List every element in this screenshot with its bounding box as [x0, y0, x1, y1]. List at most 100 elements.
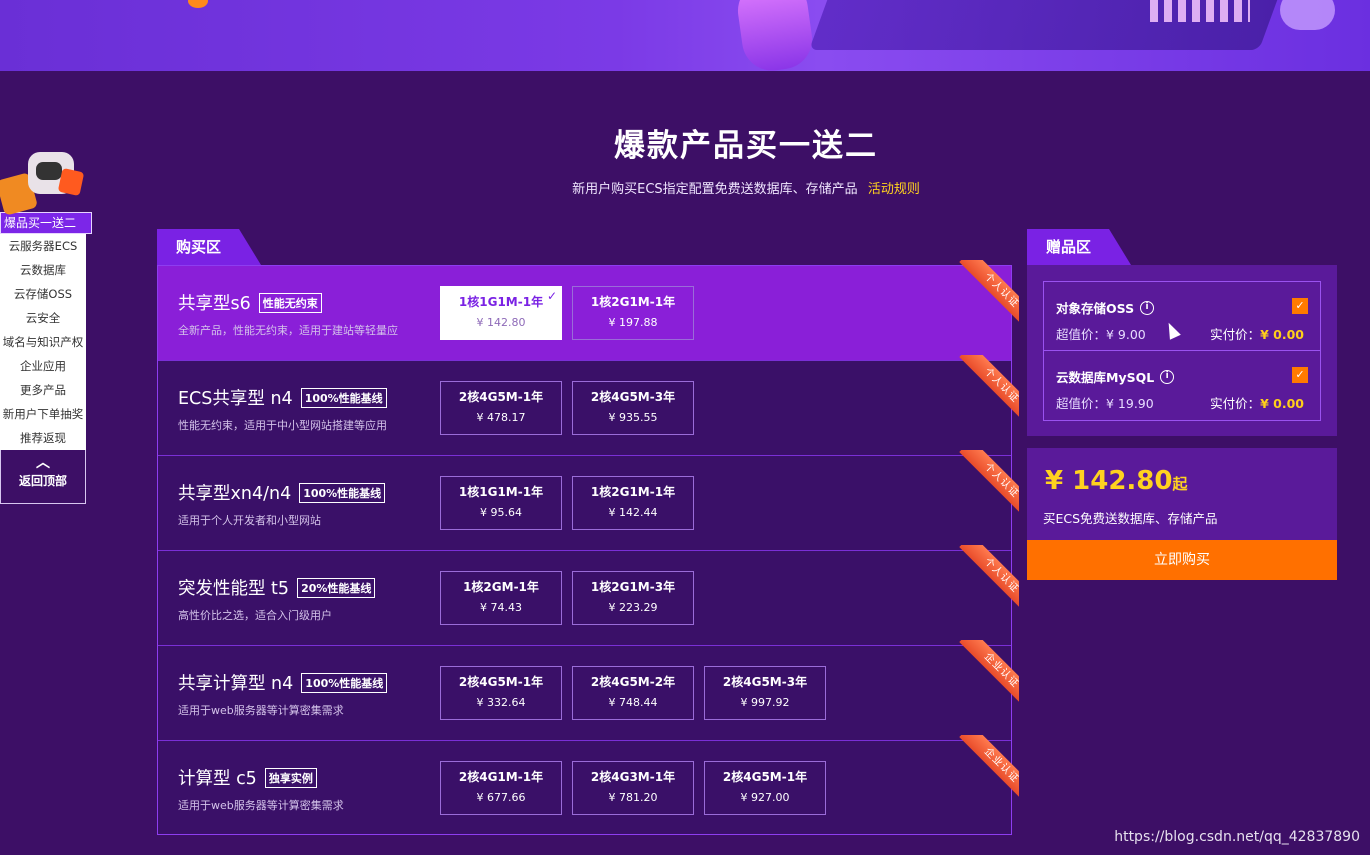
- buy-now-button[interactable]: 立即购买: [1027, 540, 1337, 580]
- order-summary: ¥ 142.80起 买ECS免费送数据库、存储产品 立即购买: [1027, 448, 1337, 580]
- product-desc: 适用于web服务器等计算密集需求: [178, 799, 344, 812]
- config-options: 1核2GM-1年 ¥ 74.43 1核2G1M-3年 ¥ 223.29: [440, 571, 694, 625]
- back-to-top-button[interactable]: ︿ 返回顶部: [0, 450, 86, 504]
- gift-item-oss: 对象存储OSS i ✓ 超值价：¥ 9.00 实付价：¥ 0.00: [1044, 282, 1320, 351]
- sidenav-item-more[interactable]: 更多产品: [0, 378, 86, 402]
- ribbon-label: 个人认证: [959, 450, 1019, 520]
- gift-name-text: 对象存储OSS: [1056, 301, 1135, 316]
- config-price: ¥ 223.29: [608, 601, 658, 614]
- product-badge: 性能无约束: [258, 292, 322, 313]
- banner-decoration: [1150, 0, 1250, 22]
- config-price: ¥ 748.44: [608, 696, 658, 709]
- config-option[interactable]: 2核4G5M-1年 ¥ 927.00: [704, 761, 826, 815]
- config-option[interactable]: 1核2G1M-1年 ¥ 142.44: [572, 476, 694, 530]
- banner-decoration: [188, 0, 208, 8]
- config-options: 2核4G5M-1年 ¥ 332.64 2核4G5M-2年 ¥ 748.44 2核…: [440, 666, 826, 720]
- config-price: ¥ 142.80: [476, 316, 526, 329]
- sidenav-item-security[interactable]: 云安全: [0, 306, 86, 330]
- product-badge: 100%性能基线: [301, 672, 388, 693]
- product-desc: 适用于个人开发者和小型网站: [178, 514, 321, 527]
- config-option[interactable]: ✓ 1核1G1M-1年 ¥ 142.80: [440, 286, 562, 340]
- sidenav-item-active[interactable]: 爆品买一送二: [0, 212, 92, 234]
- rules-link[interactable]: 活动规则: [868, 182, 920, 197]
- config-spec: 1核2G1M-3年: [590, 580, 676, 594]
- gift-checkbox[interactable]: ✓: [1292, 367, 1308, 383]
- gift-original-price: 超值价：¥ 9.00: [1056, 327, 1146, 342]
- config-spec: 2核4G5M-3年: [590, 390, 676, 404]
- config-options: ✓ 1核1G1M-1年 ¥ 142.80 1核2G1M-1年 ¥ 197.88: [440, 286, 694, 340]
- product-name-text: 计算型 c5: [178, 769, 257, 789]
- side-navigation: 爆品买一送二 云服务器ECS 云数据库 云存储OSS 云安全 域名与知识产权 企…: [0, 150, 92, 504]
- ribbon-label: 个人认证: [959, 545, 1019, 615]
- product-name-text: 共享型xn4/n4: [178, 484, 292, 504]
- config-option[interactable]: 1核1G1M-1年 ¥ 95.64: [440, 476, 562, 530]
- gift-item-mysql: 云数据库MySQL i ✓ 超值价：¥ 19.90 实付价：¥ 0.00: [1044, 351, 1320, 420]
- product-badge: 独享实例: [264, 767, 317, 788]
- config-option[interactable]: 2核4G5M-1年 ¥ 478.17: [440, 381, 562, 435]
- certification-ribbon: 个人认证: [949, 450, 1019, 520]
- top-banner: [0, 0, 1370, 71]
- product-name-text: ECS共享型 n4: [178, 389, 293, 409]
- config-option[interactable]: 2核4G1M-1年 ¥ 677.66: [440, 761, 562, 815]
- sidenav-item-cashback[interactable]: 推荐返现: [0, 426, 86, 450]
- config-spec: 2核4G1M-1年: [458, 770, 544, 784]
- chevron-up-icon: ︿: [36, 455, 50, 471]
- config-price: ¥ 677.66: [476, 791, 526, 804]
- info-icon[interactable]: i: [1140, 300, 1155, 315]
- real-price-value: ¥ 0.00: [1260, 396, 1304, 411]
- total-price-value: ¥ 142.80: [1045, 466, 1173, 496]
- product-row: 突发性能型 t5 20%性能基线 高性价比之选，适合入门级用户 1核2GM-1年…: [158, 545, 1019, 646]
- product-name: 共享型xn4/n4 100%性能基线: [178, 480, 386, 505]
- gift-real-price: 实付价：¥ 0.00: [1210, 324, 1304, 343]
- sidenav-item-enterprise[interactable]: 企业应用: [0, 354, 86, 378]
- watermark: https://blog.csdn.net/qq_42837890: [1114, 829, 1360, 845]
- page-title: 爆款产品买一送二: [614, 128, 878, 164]
- back-to-top-label: 返回顶部: [18, 474, 67, 488]
- config-options: 2核4G1M-1年 ¥ 677.66 2核4G3M-1年 ¥ 781.20 2核…: [440, 761, 826, 815]
- sidenav-item-oss[interactable]: 云存储OSS: [0, 282, 86, 306]
- total-price-suffix: 起: [1172, 475, 1188, 493]
- config-price: ¥ 927.00: [740, 791, 790, 804]
- page-subtitle: 新用户购买ECS指定配置免费送数据库、存储产品 活动规则: [0, 178, 1370, 197]
- config-option[interactable]: 1核2G1M-1年 ¥ 197.88: [572, 286, 694, 340]
- total-price: ¥ 142.80起: [1045, 466, 1188, 496]
- product-row: 共享型s6 性能无约束 全新产品，性能无约束，适用于建站等轻量应 ✓ 1核1G1…: [158, 260, 1019, 361]
- config-price: ¥ 142.44: [608, 506, 658, 519]
- config-option[interactable]: 2核4G5M-3年 ¥ 997.92: [704, 666, 826, 720]
- config-price: ¥ 74.43: [480, 601, 522, 614]
- summary-note: 买ECS免费送数据库、存储产品: [1043, 511, 1218, 526]
- real-price-label: 实付价：: [1210, 396, 1261, 411]
- config-option[interactable]: 2核4G5M-3年 ¥ 935.55: [572, 381, 694, 435]
- config-option[interactable]: 2核4G3M-1年 ¥ 781.20: [572, 761, 694, 815]
- gift-panel: 对象存储OSS i ✓ 超值价：¥ 9.00 实付价：¥ 0.00 云数据库My…: [1027, 265, 1337, 436]
- product-name: 突发性能型 t5 20%性能基线: [178, 575, 376, 600]
- config-price: ¥ 478.17: [476, 411, 526, 424]
- buy-panel: 共享型s6 性能无约束 全新产品，性能无约束，适用于建站等轻量应 ✓ 1核1G1…: [157, 260, 1019, 835]
- config-options: 2核4G5M-1年 ¥ 478.17 2核4G5M-3年 ¥ 935.55: [440, 381, 694, 435]
- sidenav-item-database[interactable]: 云数据库: [0, 258, 86, 282]
- gift-checkbox[interactable]: ✓: [1292, 298, 1308, 314]
- config-option[interactable]: 1核2GM-1年 ¥ 74.43: [440, 571, 562, 625]
- sidenav-item-lottery[interactable]: 新用户下单抽奖: [0, 402, 86, 426]
- config-option[interactable]: 2核4G5M-1年 ¥ 332.64: [440, 666, 562, 720]
- sidenav-item-domain[interactable]: 域名与知识产权: [0, 330, 86, 354]
- real-price-value: ¥ 0.00: [1260, 327, 1304, 342]
- config-spec: 1核2G1M-1年: [590, 295, 676, 309]
- certification-ribbon: 个人认证: [949, 355, 1019, 425]
- config-spec: 2核4G3M-1年: [590, 770, 676, 784]
- product-badge: 100%性能基线: [300, 387, 387, 408]
- gift-name-text: 云数据库MySQL: [1056, 370, 1155, 385]
- config-options: 1核1G1M-1年 ¥ 95.64 1核2G1M-1年 ¥ 142.44: [440, 476, 694, 530]
- real-price-label: 实付价：: [1210, 327, 1261, 342]
- sidenav-list: 云服务器ECS 云数据库 云存储OSS 云安全 域名与知识产权 企业应用 更多产…: [0, 234, 86, 450]
- config-spec: 1核2G1M-1年: [590, 485, 676, 499]
- product-name-text: 共享计算型 n4: [178, 674, 294, 694]
- product-name-text: 共享型s6: [178, 294, 251, 314]
- config-spec: 2核4G5M-1年: [458, 390, 544, 404]
- sidenav-item-ecs[interactable]: 云服务器ECS: [0, 234, 86, 258]
- config-option[interactable]: 1核2G1M-3年 ¥ 223.29: [572, 571, 694, 625]
- config-price: ¥ 781.20: [608, 791, 658, 804]
- buy-area-tab: 购买区: [157, 229, 261, 265]
- config-option[interactable]: 2核4G5M-2年 ¥ 748.44: [572, 666, 694, 720]
- info-icon[interactable]: i: [1160, 369, 1175, 384]
